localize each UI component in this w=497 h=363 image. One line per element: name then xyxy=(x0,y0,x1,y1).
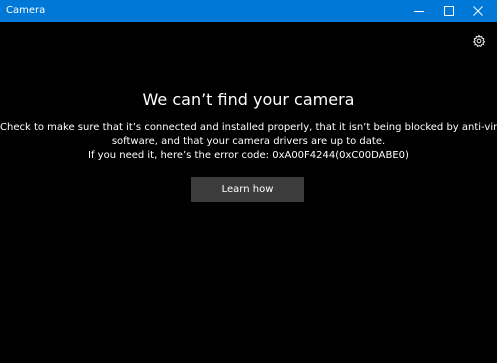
error-message: Check to make sure that it’s connected a… xyxy=(0,121,497,163)
window-title: Camera xyxy=(6,5,46,16)
maximize-button[interactable] xyxy=(435,0,462,22)
close-button[interactable] xyxy=(464,0,491,22)
maximize-icon xyxy=(443,6,454,16)
minimize-icon xyxy=(413,11,424,12)
error-heading: We can’t find your camera xyxy=(142,90,355,109)
camera-app-window: Camera We can’t find your camera Check t… xyxy=(0,0,497,363)
gear-icon xyxy=(472,34,486,48)
error-code-line: If you need it, here’s the error code: 0… xyxy=(88,150,409,161)
settings-button[interactable] xyxy=(472,33,486,48)
learn-how-button[interactable]: Learn how xyxy=(191,177,304,202)
title-bar[interactable]: Camera xyxy=(0,0,497,22)
error-message-line: Check to make sure that it’s connected a… xyxy=(0,122,497,133)
close-icon xyxy=(472,6,483,16)
error-message-line: software, and that your camera drivers a… xyxy=(111,136,386,147)
minimize-button[interactable] xyxy=(405,0,432,22)
